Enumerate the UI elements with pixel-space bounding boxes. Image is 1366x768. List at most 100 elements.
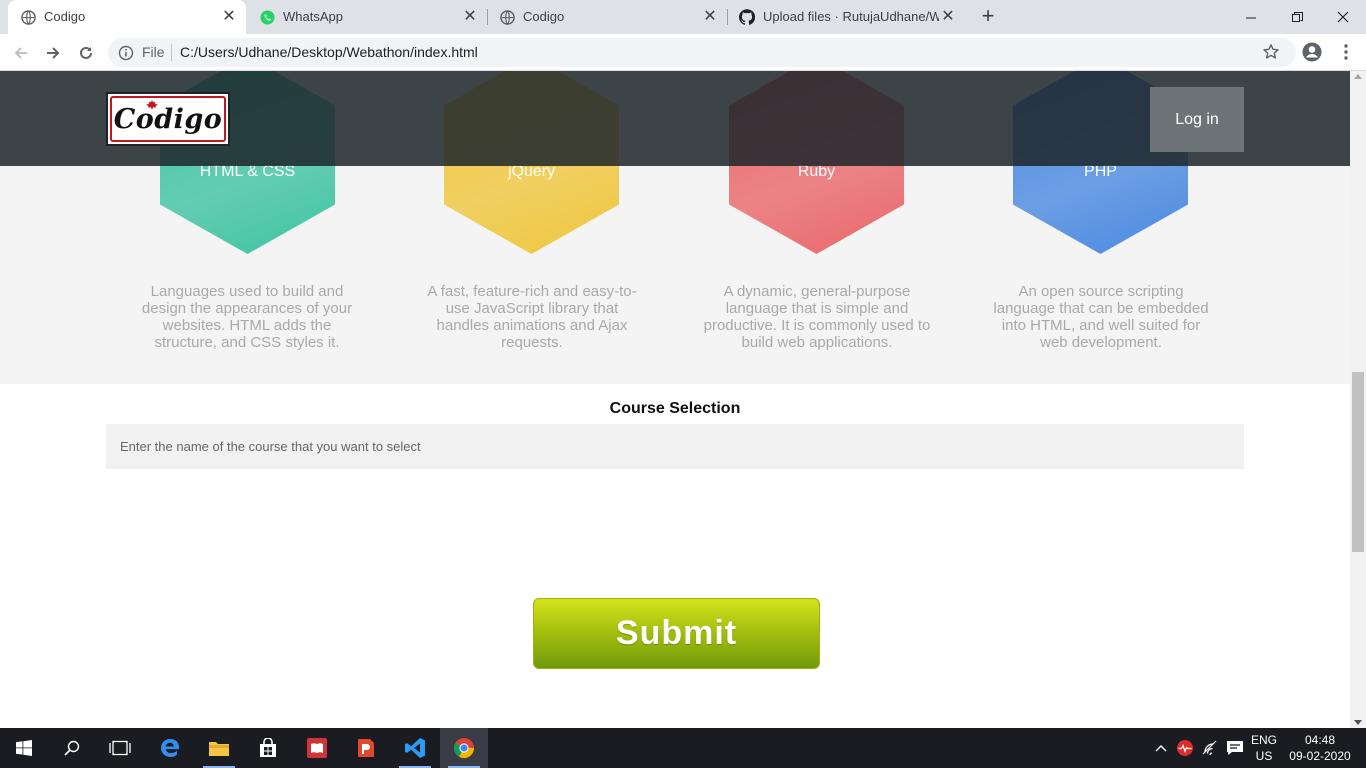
desc-line: structure, and CSS styles it.: [154, 334, 340, 351]
chevron-up-icon: [1155, 745, 1167, 752]
arrow-right-icon: [47, 47, 60, 59]
maple-leaf-icon: [146, 100, 158, 110]
feature-desc-ruby: A dynamic, general-purpose language that…: [702, 283, 932, 351]
whatsapp-icon: [259, 9, 275, 25]
tab-title: WhatsApp: [283, 9, 343, 24]
clock-button[interactable]: 04:48 09-02-2020: [1288, 732, 1352, 764]
desc-line: web development.: [1040, 334, 1162, 351]
desc-line: into HTML, and well suited for: [1001, 317, 1201, 334]
account-icon: [1302, 42, 1322, 62]
restore-icon: [1291, 11, 1303, 22]
login-button[interactable]: Log in: [1150, 87, 1244, 152]
browser-toolbar: File C:/Users/Udhane/Desktop/Webathon/in…: [0, 34, 1366, 71]
windows-logo-icon: [16, 740, 32, 756]
bookmark-star-icon[interactable]: [1262, 43, 1280, 61]
reader-icon: [307, 738, 327, 758]
new-tab-button[interactable]: +: [976, 5, 1000, 29]
scroll-thumb[interactable]: [1352, 372, 1364, 552]
minimize-window-button[interactable]: [1228, 0, 1274, 34]
search-button[interactable]: [48, 728, 96, 768]
close-tab-icon[interactable]: ✕: [220, 8, 238, 26]
scheme-label: File: [142, 44, 165, 60]
scroll-up-arrow-icon[interactable]: [1354, 74, 1362, 79]
reload-icon: [80, 46, 92, 59]
close-tab-icon[interactable]: ✕: [701, 8, 719, 26]
scroll-down-arrow-icon[interactable]: [1354, 720, 1362, 725]
message-icon: [1227, 741, 1243, 755]
chrome-app[interactable]: [440, 728, 488, 768]
feature-desc-html-css: Languages used to build and design the a…: [132, 283, 362, 351]
info-icon[interactable]: [118, 45, 134, 61]
submit-button[interactable]: Submit: [533, 598, 820, 669]
back-button[interactable]: [8, 40, 34, 66]
arrow-left-icon: [14, 47, 27, 59]
course-selection-title: Course Selection: [609, 400, 741, 417]
tab-title: Codigo: [44, 9, 86, 24]
minimize-icon: [1245, 17, 1256, 18]
desc-line: websites. HTML adds the: [162, 317, 332, 334]
more-vert-icon: [1344, 44, 1348, 60]
close-tab-icon[interactable]: ✕: [939, 8, 957, 26]
search-icon: [64, 740, 80, 756]
site-header: Codigo Log in: [0, 71, 1350, 166]
url-text[interactable]: C:/Users/Udhane/Desktop/Webathon/index.h…: [180, 44, 478, 60]
windows-taskbar: ENG US 04:48 09-02-2020: [0, 728, 1366, 768]
reader-app[interactable]: [293, 728, 341, 768]
globe-icon: [20, 9, 36, 25]
page-scrollbar[interactable]: [1350, 71, 1366, 728]
globe-icon: [499, 9, 515, 25]
tab-strip: Codigo ✕ WhatsApp ✕ Codigo ✕ Upload file…: [0, 0, 1366, 34]
course-name-input[interactable]: [106, 424, 1244, 469]
office-lens-app[interactable]: [342, 728, 390, 768]
lang-code: ENG: [1250, 733, 1277, 747]
vscode-app[interactable]: [391, 728, 439, 768]
action-center-button[interactable]: [1224, 728, 1246, 768]
tab-title: Codigo: [523, 9, 565, 24]
store-icon: [260, 738, 276, 757]
tab-whatsapp[interactable]: WhatsApp ✕: [247, 0, 487, 34]
store-app[interactable]: [244, 728, 292, 768]
address-divider: [171, 44, 172, 61]
office-lens-icon: [358, 739, 374, 757]
edge-app[interactable]: [146, 728, 194, 768]
desc-line: productive. It is commonly used to: [703, 317, 931, 334]
show-hidden-icons-button[interactable]: [1152, 728, 1170, 768]
desc-line: A dynamic, general-purpose: [723, 283, 911, 300]
desc-line: An open source scripting: [1018, 283, 1184, 300]
site-logo[interactable]: Codigo: [106, 92, 230, 146]
input-language-button[interactable]: ENG US: [1246, 732, 1282, 764]
desc-line: design the appearances of your: [141, 300, 353, 317]
browser-menu-button[interactable]: [1334, 40, 1358, 64]
desc-line: A fast, feature-rich and easy-to-: [427, 283, 637, 300]
reload-button[interactable]: [73, 40, 99, 66]
desc-line: use JavaScript library that: [445, 300, 619, 317]
desc-line: language that can be embedded: [993, 300, 1209, 317]
start-button[interactable]: [0, 728, 48, 768]
feature-desc-php: An open source scripting language that c…: [986, 283, 1216, 351]
page-viewport: HTML & CSS Languages used to build and d…: [0, 71, 1350, 728]
tab-codigo[interactable]: Codigo ✕: [487, 0, 727, 34]
desc-line: requests.: [501, 334, 563, 351]
github-icon: [739, 9, 755, 25]
profile-button[interactable]: [1300, 40, 1324, 64]
task-view-button[interactable]: [96, 728, 144, 768]
file-explorer-app[interactable]: [195, 728, 243, 768]
close-icon: [1337, 11, 1349, 23]
tab-codigo-active[interactable]: Codigo ✕: [8, 0, 246, 34]
restore-window-button[interactable]: [1274, 0, 1320, 34]
desc-line: Languages used to build and: [150, 283, 344, 300]
tab-github-upload[interactable]: Upload files · RutujaUdhane/Web ✕: [727, 0, 965, 34]
file-explorer-icon: [209, 742, 229, 756]
desc-line: build web applications.: [741, 334, 893, 351]
close-tab-icon[interactable]: ✕: [461, 8, 479, 26]
close-window-button[interactable]: [1320, 0, 1366, 34]
tray-app-button[interactable]: [1174, 728, 1196, 768]
edge-icon: [161, 739, 179, 757]
feature-desc-jquery: A fast, feature-rich and easy-to- use Ja…: [417, 283, 647, 351]
network-button[interactable]: [1200, 728, 1222, 768]
clock-time: 04:48: [1304, 733, 1336, 747]
address-bar[interactable]: File C:/Users/Udhane/Desktop/Webathon/in…: [108, 38, 1296, 67]
vscode-icon: [405, 738, 425, 758]
forward-button[interactable]: [40, 40, 66, 66]
chrome-icon: [453, 738, 475, 759]
